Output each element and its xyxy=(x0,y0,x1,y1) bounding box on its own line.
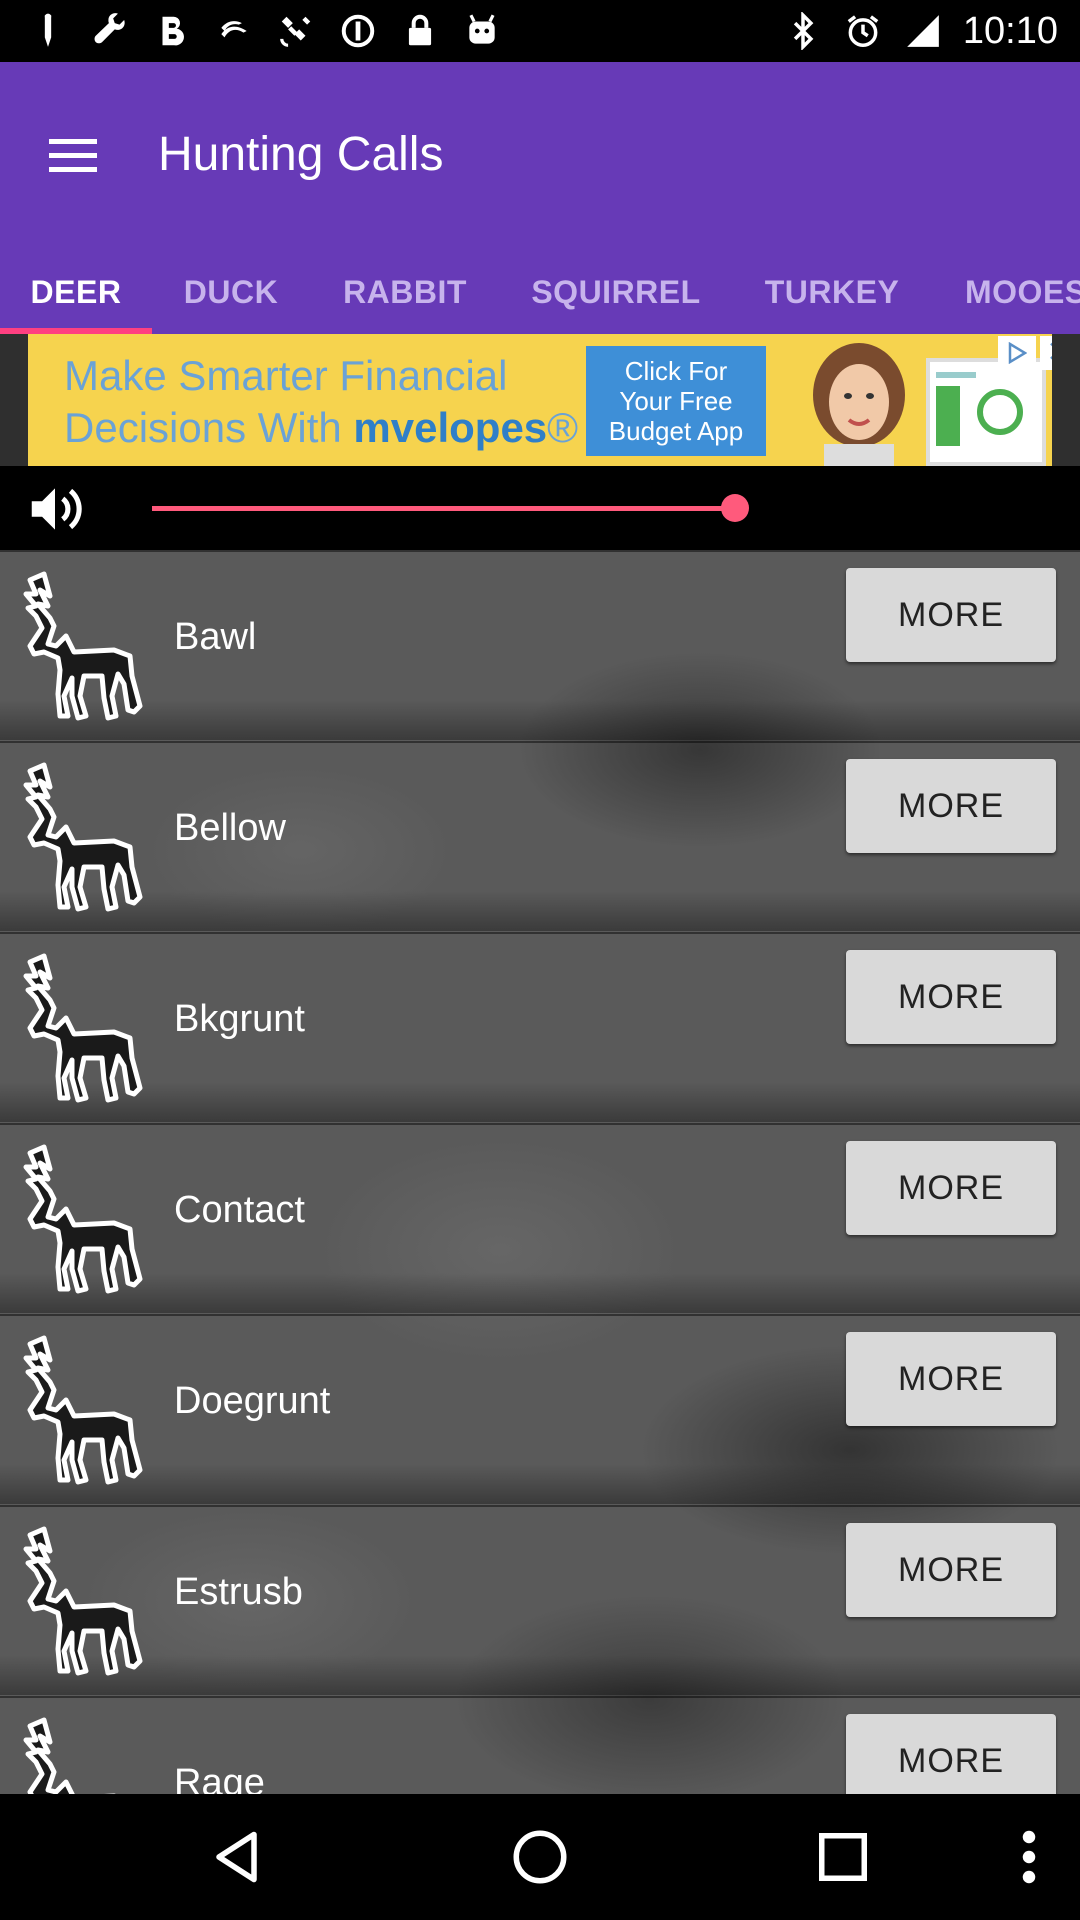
swipe-icon xyxy=(214,11,254,51)
deer-icon[interactable] xyxy=(14,1330,160,1486)
call-name[interactable]: Bellow xyxy=(174,743,286,913)
recents-icon[interactable] xyxy=(810,1824,876,1890)
more-button[interactable]: MORE xyxy=(846,1714,1056,1794)
call-name[interactable]: Contact xyxy=(174,1125,305,1295)
signal-icon xyxy=(903,11,943,51)
status-right-icons: 10:10 xyxy=(783,8,1058,54)
ad-line2-prefix: Decisions With xyxy=(64,404,354,451)
home-icon[interactable] xyxy=(507,1824,573,1890)
ad-woman-image xyxy=(813,343,905,466)
volume-bar xyxy=(0,466,1080,550)
more-button[interactable]: MORE xyxy=(846,568,1056,662)
category-tabs: DEER DUCK RABBIT SQUIRREL TURKEY MOOES xyxy=(0,272,1080,334)
wrench-icon xyxy=(90,11,130,51)
navigation-bar xyxy=(0,1794,1080,1920)
call-row[interactable]: Bkgrunt MORE xyxy=(0,932,1080,1122)
tab-mooes[interactable]: MOOES xyxy=(932,272,1080,334)
call-row[interactable]: Rage MORE xyxy=(0,1696,1080,1794)
volume-slider-thumb[interactable] xyxy=(721,494,749,522)
call-name[interactable]: Estrusb xyxy=(174,1507,303,1677)
ad-choices-icon[interactable] xyxy=(998,336,1036,370)
overflow-menu-icon[interactable] xyxy=(996,1824,1062,1890)
more-button[interactable]: MORE xyxy=(846,1141,1056,1235)
more-button[interactable]: MORE xyxy=(846,1523,1056,1617)
tab-duck[interactable]: DUCK xyxy=(152,272,310,334)
call-row[interactable]: Doegrunt MORE xyxy=(0,1314,1080,1504)
deer-icon[interactable] xyxy=(14,948,160,1104)
bluetooth-icon xyxy=(783,11,823,51)
deer-icon[interactable] xyxy=(14,566,160,722)
call-name[interactable]: Rage xyxy=(174,1698,265,1794)
more-button[interactable]: MORE xyxy=(846,950,1056,1044)
status-left-icons xyxy=(28,8,502,54)
ad-line1: Make Smarter Financial xyxy=(64,352,508,399)
deer-icon[interactable] xyxy=(14,757,160,913)
tab-squirrel[interactable]: SQUIRREL xyxy=(500,272,732,334)
ad-headline: Make Smarter Financial Decisions With mv… xyxy=(64,350,578,454)
ad-cta-button[interactable]: Click For Your Free Budget App xyxy=(586,346,766,456)
call-row[interactable]: Contact MORE xyxy=(0,1123,1080,1313)
ad-brand: mvelopes xyxy=(353,404,548,451)
tab-rabbit[interactable]: RABBIT xyxy=(310,272,500,334)
sync-icon xyxy=(338,11,378,51)
call-row[interactable]: Bawl MORE xyxy=(0,550,1080,740)
notification-icon xyxy=(28,11,68,51)
satellite-icon xyxy=(276,11,316,51)
tab-deer[interactable]: DEER xyxy=(0,272,152,334)
deer-icon[interactable] xyxy=(14,1521,160,1677)
call-name[interactable]: Bkgrunt xyxy=(174,934,305,1104)
deer-icon[interactable] xyxy=(14,1139,160,1295)
call-row[interactable]: Bellow MORE xyxy=(0,741,1080,931)
call-row[interactable]: Estrusb MORE xyxy=(0,1505,1080,1695)
app-title: Hunting Calls xyxy=(158,128,444,181)
ad-line2: Decisions With mvelopes® xyxy=(64,402,578,454)
ad-creative[interactable]: Make Smarter Financial Decisions With mv… xyxy=(28,334,1052,466)
lock-icon xyxy=(400,11,440,51)
volume-icon[interactable] xyxy=(24,478,86,540)
tab-turkey[interactable]: TURKEY xyxy=(732,272,932,334)
ad-banner[interactable]: Make Smarter Financial Decisions With mv… xyxy=(0,334,1080,466)
call-list: Bawl MORE Bellow MORE Bkgrunt MORE Contact MORE… xyxy=(0,550,1080,1794)
alarm-icon xyxy=(843,11,883,51)
android-icon xyxy=(462,11,502,51)
volume-slider-track[interactable] xyxy=(152,506,735,511)
call-name[interactable]: Bawl xyxy=(174,552,256,722)
call-name[interactable]: Doegrunt xyxy=(174,1316,330,1486)
status-bar: 10:10 xyxy=(0,0,1080,62)
ad-phone-image xyxy=(926,358,1046,466)
ad-close-icon[interactable]: ✕ xyxy=(1040,336,1052,370)
back-icon[interactable] xyxy=(206,1824,272,1890)
deer-icon[interactable] xyxy=(14,1712,160,1794)
more-button[interactable]: MORE xyxy=(846,759,1056,853)
hamburger-menu-icon[interactable] xyxy=(30,112,116,198)
more-button[interactable]: MORE xyxy=(846,1332,1056,1426)
status-clock: 10:10 xyxy=(962,9,1058,52)
app-bar: Hunting Calls DEER DUCK RABBIT SQUIRREL … xyxy=(0,62,1080,334)
ad-brand-suffix: ® xyxy=(547,404,579,451)
bold-b-icon xyxy=(152,11,192,51)
